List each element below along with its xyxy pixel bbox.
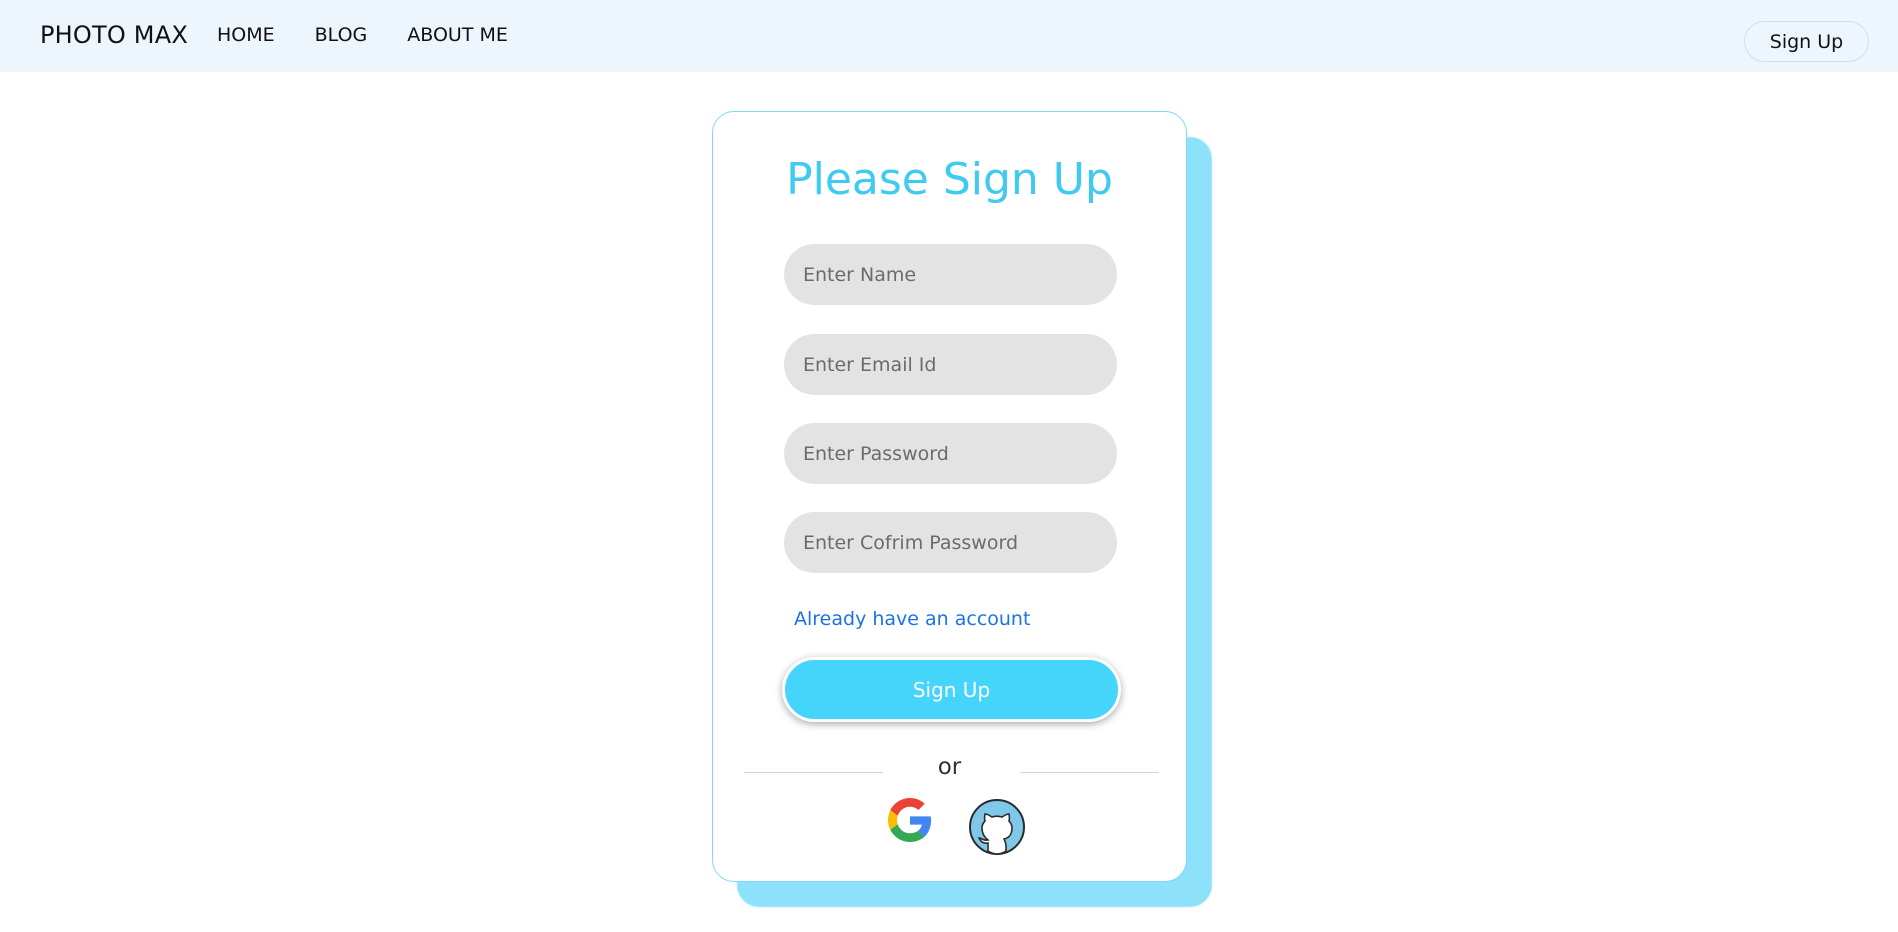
divider-line-right: [1020, 772, 1159, 773]
signup-submit-button[interactable]: Sign Up: [782, 657, 1121, 722]
email-field[interactable]: [784, 334, 1117, 395]
divider-or: or: [937, 754, 962, 780]
brand-logo[interactable]: PHOTO MAX: [40, 21, 188, 49]
signup-card: Please Sign Up Already have an account S…: [712, 111, 1187, 882]
nav-link-blog[interactable]: BLOG: [315, 24, 368, 46]
already-have-account-link[interactable]: Already have an account: [794, 608, 1030, 630]
nav-link-home[interactable]: HOME: [217, 24, 275, 46]
page-title: Please Sign Up: [786, 154, 1113, 205]
google-icon[interactable]: [888, 798, 932, 842]
nav-link-about-me[interactable]: ABOUT ME: [407, 24, 508, 46]
github-icon[interactable]: [968, 798, 1026, 856]
name-field[interactable]: [784, 244, 1117, 305]
navbar: PHOTO MAX HOME BLOG ABOUT ME Sign Up: [0, 0, 1898, 72]
confirm-password-field[interactable]: [784, 512, 1117, 573]
nav-links: HOME BLOG ABOUT ME: [217, 24, 548, 46]
password-field[interactable]: [784, 423, 1117, 484]
nav-signup-button[interactable]: Sign Up: [1744, 21, 1869, 62]
